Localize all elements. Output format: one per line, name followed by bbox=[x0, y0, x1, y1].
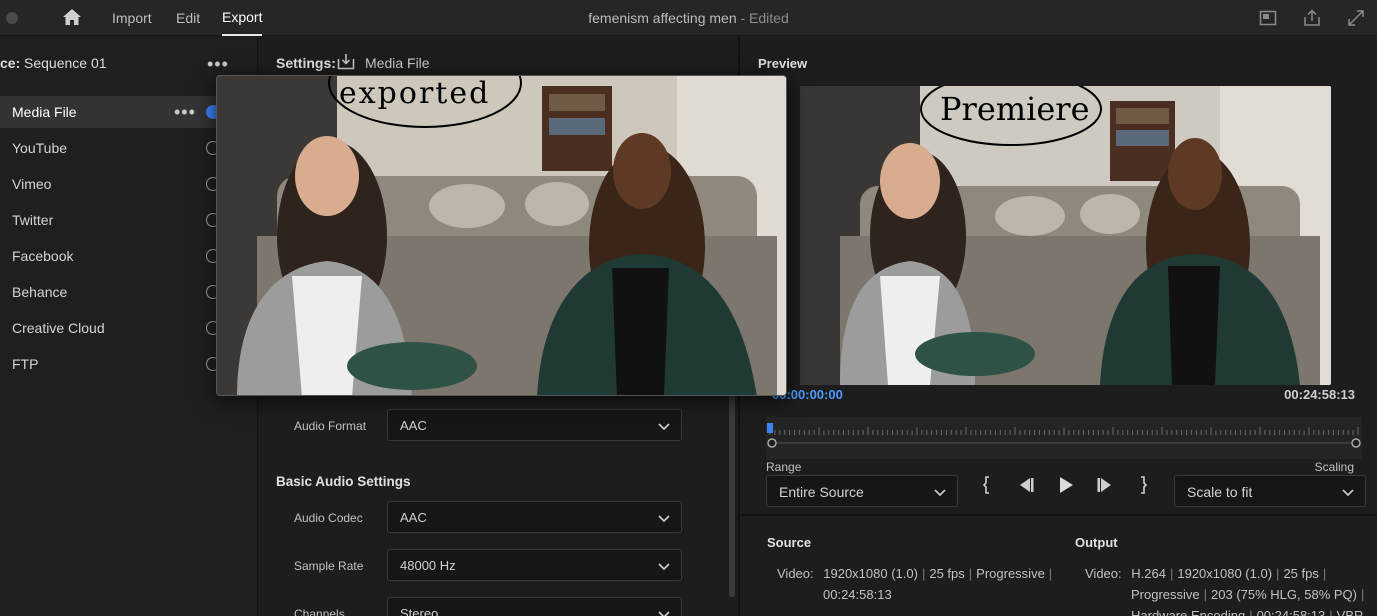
source-video-label: Video: bbox=[777, 566, 814, 581]
document-title: femenism affecting men - Edited bbox=[0, 0, 1377, 36]
chevron-down-icon bbox=[658, 611, 670, 616]
settings-target: Media File bbox=[365, 55, 430, 71]
source-sequence[interactable]: Sequence 01 bbox=[24, 55, 107, 71]
destination-label: Behance bbox=[12, 284, 68, 300]
audio-codec-select[interactable]: AAC bbox=[387, 501, 682, 533]
timecode-end: 00:24:58:13 bbox=[1284, 387, 1355, 402]
scaling-select[interactable]: Scale to fit bbox=[1174, 475, 1366, 507]
output-color: 203 (75% HLG, 58% PQ) bbox=[1211, 587, 1357, 602]
output-duration: 00:24:58:13 bbox=[1256, 608, 1326, 616]
preview-label: Preview bbox=[758, 56, 808, 71]
sample-rate-select[interactable]: 48000 Hz bbox=[387, 549, 682, 581]
media-file-icon bbox=[337, 54, 355, 70]
top-bar: Import Edit Export femenism affecting me… bbox=[0, 0, 1377, 36]
annotation-text: Premiere bbox=[940, 90, 1090, 128]
output-info-line-3: Hardware Encoding | 00:24:58:13 | VBR bbox=[1131, 608, 1363, 616]
output-info-line-2: Progressive | 203 (75% HLG, 58% PQ) | bbox=[1131, 587, 1365, 602]
output-info-heading: Output bbox=[1075, 535, 1118, 550]
output-codec: H.264 bbox=[1131, 566, 1166, 581]
destination-more-icon[interactable]: ••• bbox=[174, 103, 196, 121]
tab-edit[interactable]: Edit bbox=[176, 0, 200, 36]
channels-label: Channels bbox=[294, 607, 345, 616]
source-scan: Progressive bbox=[976, 566, 1045, 581]
audio-format-select[interactable]: AAC bbox=[387, 409, 682, 441]
chevron-down-icon bbox=[658, 423, 670, 431]
document-name: femenism affecting men bbox=[588, 10, 737, 26]
chevron-down-icon bbox=[1342, 489, 1354, 497]
output-scan: Progressive bbox=[1131, 587, 1200, 602]
timeline-scrubber[interactable] bbox=[766, 417, 1362, 459]
basic-audio-settings-heading: Basic Audio Settings bbox=[276, 474, 411, 489]
source-info-line-1: Video: 1920x1080 (1.0) | 25 fps | Progressiv… bbox=[777, 566, 1053, 581]
annotation-text: exported bbox=[339, 76, 490, 111]
range-select[interactable]: Entire Source bbox=[766, 475, 958, 507]
step-forward-icon[interactable] bbox=[1093, 473, 1117, 497]
annotation-ellipse: Premiere bbox=[920, 86, 1102, 146]
destination-label: Media File bbox=[12, 104, 77, 120]
output-encoding: Hardware Encoding bbox=[1131, 608, 1246, 616]
channels-value: Stereo bbox=[400, 606, 439, 616]
output-video-label: Video: bbox=[1085, 566, 1122, 581]
output-resolution: 1920x1080 (1.0) bbox=[1177, 566, 1273, 581]
mark-in-icon[interactable] bbox=[975, 473, 999, 497]
destination-label: Vimeo bbox=[12, 176, 52, 192]
scaling-value: Scale to fit bbox=[1187, 484, 1253, 500]
source-duration: 00:24:58:13 bbox=[823, 587, 892, 602]
exported-frame-overlay: exported bbox=[216, 75, 787, 396]
sample-rate-label: Sample Rate bbox=[294, 559, 364, 573]
audio-codec-label: Audio Codec bbox=[294, 511, 363, 525]
tab-import[interactable]: Import bbox=[112, 0, 152, 36]
playhead[interactable] bbox=[767, 423, 773, 433]
destination-label: Twitter bbox=[12, 212, 54, 228]
timeline-ticks bbox=[767, 427, 1361, 448]
tab-export[interactable]: Export bbox=[222, 0, 263, 36]
preview-video-frame: Premiere bbox=[800, 86, 1331, 385]
document-status: - Edited bbox=[736, 10, 789, 26]
source-info-heading: Source bbox=[767, 535, 812, 550]
destination-label: Creative Cloud bbox=[12, 320, 105, 336]
sample-rate-value: 48000 Hz bbox=[400, 558, 456, 573]
source-label: ce: bbox=[0, 55, 21, 71]
mark-out-icon[interactable] bbox=[1131, 473, 1155, 497]
output-bitrate-mode: VBR bbox=[1336, 608, 1364, 616]
play-icon[interactable] bbox=[1053, 473, 1077, 497]
chevron-down-icon bbox=[934, 489, 946, 497]
audio-format-label: Audio Format bbox=[294, 419, 367, 433]
destination-label: YouTube bbox=[12, 140, 68, 156]
chevron-down-icon bbox=[658, 515, 670, 523]
channels-select[interactable]: Stereo bbox=[387, 597, 682, 616]
fullscreen-icon[interactable] bbox=[1347, 9, 1365, 27]
range-label: Range bbox=[766, 460, 802, 474]
source-fps: 25 fps bbox=[929, 566, 965, 581]
settings-scrollbar[interactable] bbox=[729, 387, 735, 597]
panel-divider bbox=[742, 514, 1377, 516]
preview-panel: Preview Premiere 00:00:00:00 00:24:58:13… bbox=[742, 37, 1377, 616]
annotation-ellipse: exported bbox=[328, 76, 522, 128]
audio-codec-value: AAC bbox=[400, 510, 427, 525]
source-resolution: 1920x1080 (1.0) bbox=[823, 566, 918, 581]
share-icon[interactable] bbox=[1303, 9, 1321, 27]
quick-export-icon[interactable] bbox=[1259, 9, 1277, 27]
output-info-line-1: Video: H.264 | 1920x1080 (1.0) | 25 fps | bbox=[1085, 566, 1327, 581]
scaling-label: Scaling bbox=[1314, 460, 1354, 474]
audio-format-value: AAC bbox=[400, 418, 427, 433]
settings-label: Settings: bbox=[276, 55, 336, 71]
range-value: Entire Source bbox=[779, 484, 864, 500]
window-dot[interactable] bbox=[6, 12, 18, 24]
chevron-down-icon bbox=[658, 563, 670, 571]
step-back-icon[interactable] bbox=[1014, 473, 1038, 497]
destination-label: Facebook bbox=[12, 248, 74, 264]
home-icon[interactable] bbox=[62, 8, 82, 26]
destination-label: FTP bbox=[12, 356, 39, 372]
source-more-icon[interactable]: ••• bbox=[207, 55, 229, 73]
output-fps: 25 fps bbox=[1283, 566, 1319, 581]
